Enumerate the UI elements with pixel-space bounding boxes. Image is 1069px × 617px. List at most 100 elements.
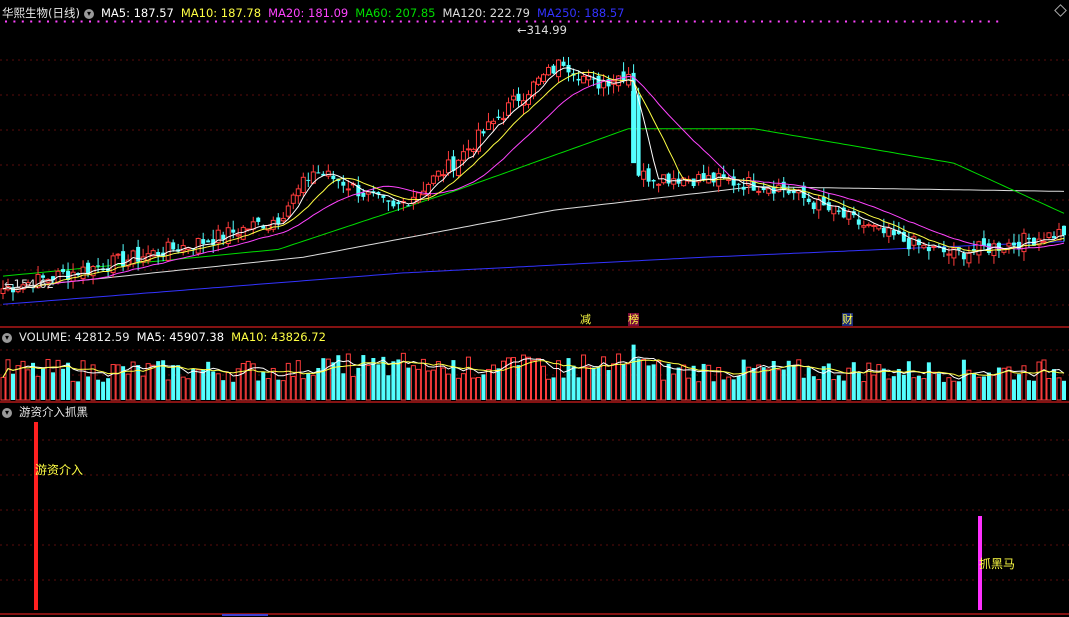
ma-dot [601, 20, 604, 23]
candle-body [881, 227, 886, 234]
stock-title[interactable]: 华熙生物(日线) [2, 6, 80, 20]
volume-bar [881, 368, 886, 400]
candle-body [316, 172, 321, 174]
volume-bar [31, 362, 36, 400]
volume-bar [1006, 366, 1012, 401]
volume-bar [766, 368, 772, 401]
ma-dot [441, 20, 444, 23]
volume-bar [541, 365, 547, 401]
indicator-dropdown-icon[interactable]: ▾ [2, 407, 12, 418]
volume-bar [256, 380, 261, 400]
volume-bar [1051, 369, 1056, 400]
candle-body [891, 230, 896, 236]
volume-bar [191, 368, 196, 400]
event-marker-finance[interactable]: 财 [842, 313, 853, 326]
volume-bar [386, 375, 391, 400]
ma-dot [21, 20, 24, 23]
volume-bar [115, 364, 121, 401]
candle-body [341, 181, 346, 186]
ma-dot [47, 20, 49, 23]
candle-body [726, 178, 732, 181]
volume-dropdown-icon[interactable]: ▾ [2, 332, 12, 343]
candle-body [911, 236, 917, 246]
candle-body [736, 183, 741, 185]
candle-body [115, 253, 121, 256]
volume-bar [936, 373, 941, 400]
volume-bar [206, 361, 211, 400]
volume-bar [396, 359, 401, 400]
volume-bar [76, 381, 81, 400]
candle-body [465, 148, 471, 151]
volume-bar [1031, 380, 1036, 400]
candle-body [485, 121, 491, 130]
volume-bars[interactable] [0, 344, 1066, 401]
long-moving-averages [2, 128, 1065, 305]
ma-dot [257, 20, 259, 23]
volume-bar [636, 358, 641, 400]
volume-bar [176, 365, 181, 400]
volume-bar [711, 381, 716, 400]
ma-dot [660, 20, 663, 23]
event-marker-reduce[interactable]: 减 [580, 313, 591, 326]
candlestick-series[interactable] [0, 56, 1066, 301]
ma-dot [668, 20, 671, 23]
candle-body [386, 200, 391, 202]
candle-body [836, 210, 841, 212]
volume-bar [276, 379, 281, 400]
ma-dot [139, 20, 142, 23]
volume-bar [150, 364, 156, 401]
volume-bar [295, 360, 301, 401]
volume-bar [470, 377, 476, 401]
volume-bar [425, 370, 431, 401]
ma-dot [198, 20, 201, 23]
candle-body [856, 219, 861, 225]
volume-bar [961, 359, 966, 400]
ma-dot [265, 20, 268, 23]
volume-bar [440, 367, 446, 401]
ma-dot [609, 20, 612, 23]
candle-body [811, 202, 816, 210]
ma-dot [72, 20, 75, 23]
volume-bar [406, 367, 411, 400]
volume-bar [0, 376, 6, 401]
volume-bar [96, 379, 101, 400]
candle-body [481, 131, 486, 134]
signal-label-inflow: 游资介入 [35, 463, 84, 477]
volume-bar [611, 363, 617, 401]
volume-bar [856, 372, 861, 400]
volume-bar [891, 376, 896, 400]
candle-body [470, 148, 476, 152]
volume-bar [836, 375, 841, 400]
ma-dot [282, 20, 285, 23]
candle-body [701, 173, 706, 180]
ma-dot [819, 20, 822, 23]
dropdown-chevron-icon[interactable]: ▾ [83, 8, 94, 19]
volume-bar [415, 368, 421, 401]
volume-bar [791, 365, 796, 400]
ma-dot [408, 20, 411, 23]
candle-body [621, 71, 626, 81]
ma-dot [509, 20, 511, 23]
ma-dot [996, 20, 999, 23]
ma-dot [677, 20, 679, 23]
candle-body [766, 188, 772, 194]
volume-bar [626, 363, 632, 401]
ma-dot [693, 20, 696, 23]
candle-body [961, 253, 966, 260]
volume-bar [901, 374, 906, 400]
ma-dot [147, 20, 150, 23]
volume-bar [165, 379, 171, 401]
volume-bar [686, 377, 692, 401]
ma-dot [189, 20, 192, 23]
ma-dot [828, 20, 831, 23]
candle-body [886, 227, 892, 237]
candle-body [500, 117, 506, 120]
ma-dot [97, 20, 100, 23]
ma-dot [391, 20, 394, 23]
ma-dot [945, 20, 948, 23]
event-marker-rank[interactable]: 榜 [628, 313, 639, 326]
volume-bar [906, 361, 911, 400]
volume-bar [445, 373, 451, 401]
volume-bar [561, 377, 566, 400]
candle-body [906, 238, 911, 250]
